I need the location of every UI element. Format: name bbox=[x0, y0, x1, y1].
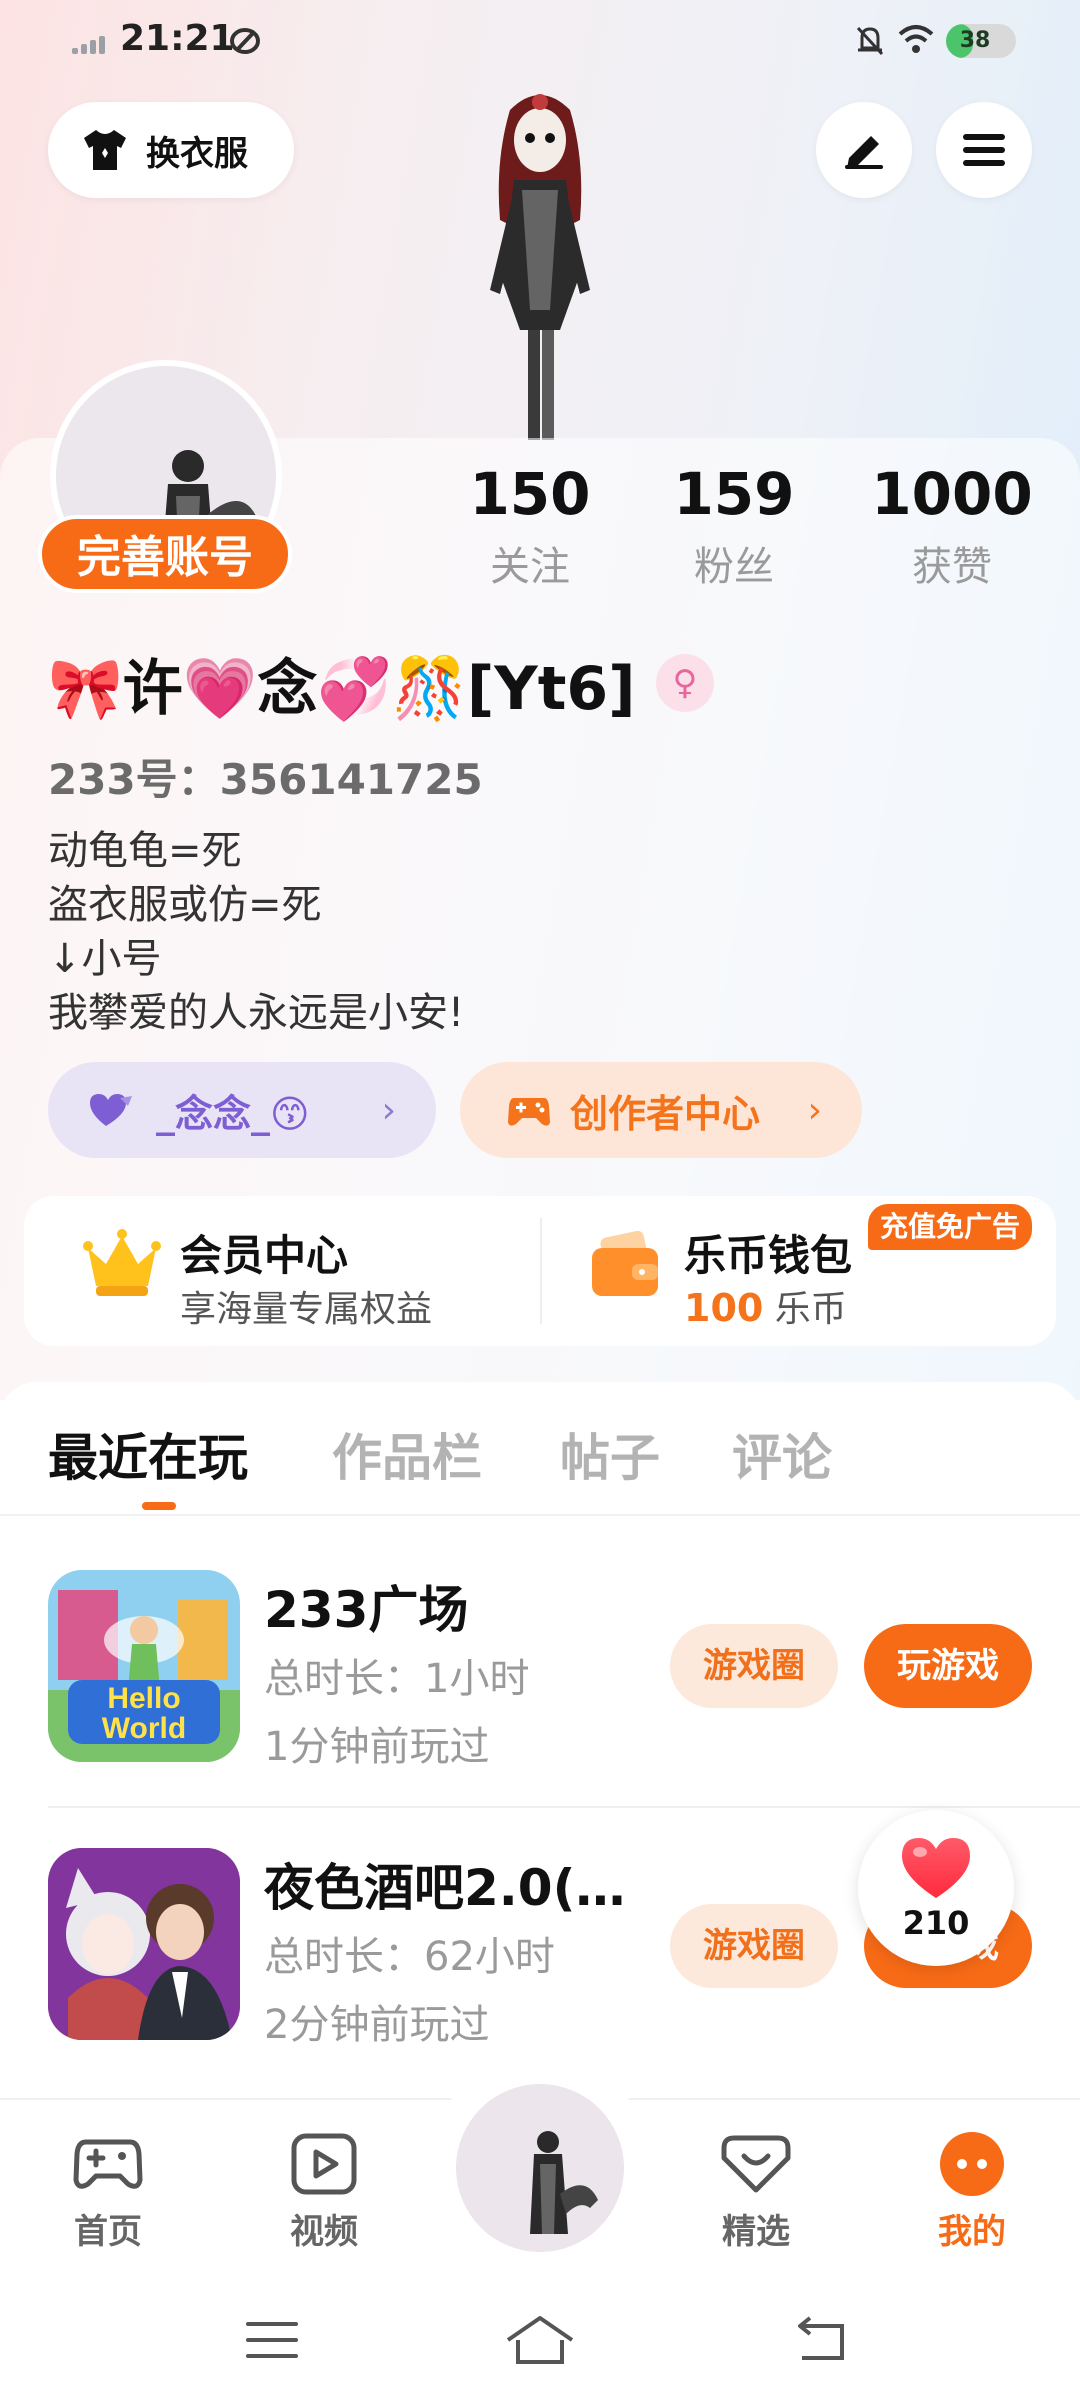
gamepad-icon bbox=[73, 2139, 143, 2189]
edit-button[interactable] bbox=[816, 102, 912, 198]
heart-box-icon bbox=[721, 2135, 791, 2193]
game-title[interactable]: 233广场 bbox=[264, 1570, 468, 1642]
following-label: 关注 bbox=[490, 544, 570, 590]
tshirt-icon bbox=[84, 130, 126, 170]
nav-featured[interactable]: 精选 bbox=[686, 2130, 826, 2253]
likes-count: 1000 bbox=[871, 460, 1033, 528]
bell-muted-icon bbox=[856, 26, 884, 56]
creator-center-button[interactable]: 创作者中心 › bbox=[460, 1062, 862, 1158]
tab-works[interactable]: 作品栏 bbox=[332, 1418, 482, 1490]
complete-account-button[interactable]: 完善账号 bbox=[38, 515, 292, 593]
wallet-unit: 乐币 bbox=[774, 1289, 847, 1330]
game-icon-233-plaza[interactable]: Hello World bbox=[48, 1570, 240, 1762]
stat-likes[interactable]: 1000 获赞 bbox=[862, 458, 1042, 592]
wallet-icon bbox=[592, 1230, 658, 1296]
nav-home[interactable]: 首页 bbox=[38, 2130, 178, 2253]
user-id[interactable]: 233号：356141725 bbox=[48, 746, 483, 807]
game-icon-night-bar[interactable] bbox=[48, 1848, 240, 2040]
member-center-subtitle: 享海量专属权益 bbox=[180, 1289, 433, 1330]
svg-text:World: World bbox=[102, 1712, 186, 1745]
battery-indicator: 38 bbox=[946, 24, 1016, 58]
game-circle-button[interactable]: 游戏圈 bbox=[670, 1904, 838, 1988]
fan-group-label: _念念_😙 bbox=[156, 1091, 310, 1136]
pen-icon bbox=[845, 136, 883, 169]
wallet-amount: 100 bbox=[684, 1286, 764, 1330]
wallet-balance: 100 乐币 bbox=[684, 1280, 847, 1332]
divider bbox=[540, 1218, 542, 1324]
game-title[interactable]: 夜色酒吧2.0(… bbox=[264, 1848, 625, 1920]
tab-comments[interactable]: 评论 bbox=[732, 1418, 832, 1490]
chevron-right-icon: › bbox=[807, 1089, 822, 1131]
nav-center-avatar[interactable] bbox=[456, 2084, 624, 2252]
creator-center-label: 创作者中心 bbox=[570, 1091, 761, 1136]
change-outfit-button[interactable]: 换衣服 bbox=[48, 102, 294, 198]
chevron-right-icon: › bbox=[381, 1089, 396, 1131]
member-center-title[interactable]: 会员中心 bbox=[180, 1222, 348, 1283]
stat-following[interactable]: 150 关注 bbox=[440, 458, 620, 592]
stat-fans[interactable]: 159 粉丝 bbox=[644, 458, 824, 592]
game-duration: 总时长：62小时 bbox=[264, 1934, 555, 1980]
nfc-icon bbox=[230, 28, 260, 54]
heart-icon bbox=[90, 1094, 132, 1126]
following-count: 150 bbox=[469, 460, 591, 528]
home-icon[interactable] bbox=[504, 2312, 576, 2368]
status-time: 21:21 bbox=[120, 18, 235, 59]
nav-featured-label: 精选 bbox=[722, 2212, 790, 2252]
bio-line: 盗衣服或仿=死 bbox=[48, 882, 322, 928]
play-game-button[interactable]: 玩游戏 bbox=[864, 1624, 1032, 1708]
tab-recently-played[interactable]: 最近在玩 bbox=[48, 1418, 248, 1490]
nav-video[interactable]: 视频 bbox=[254, 2130, 394, 2253]
like-float-button[interactable]: 210 bbox=[858, 1810, 1014, 1966]
fans-count: 159 bbox=[673, 460, 795, 528]
nickname: 🎀许💗念💞🎊[Yt6] bbox=[48, 654, 636, 724]
bio-line: ↓小号 bbox=[48, 936, 162, 982]
nav-mine-label: 我的 bbox=[938, 2212, 1006, 2252]
like-count: 210 bbox=[902, 1904, 970, 1942]
fan-group-button[interactable]: _念念_😙 › bbox=[48, 1062, 436, 1158]
game-last-played: 2分钟前玩过 bbox=[264, 2002, 490, 2048]
bio-line: 动龟龟=死 bbox=[48, 828, 242, 874]
bio-line: 我攀爱的人永远是小安! bbox=[48, 990, 465, 1036]
game-duration: 总时长：1小时 bbox=[264, 1656, 530, 1702]
menu-icon bbox=[963, 134, 1005, 166]
wifi-icon bbox=[898, 25, 934, 53]
game-circle-button[interactable]: 游戏圈 bbox=[670, 1624, 838, 1708]
system-nav-bar bbox=[0, 2290, 1080, 2408]
signal-icon bbox=[72, 32, 112, 54]
female-icon: ♀ bbox=[656, 654, 714, 712]
game-icon-text: Hello bbox=[107, 1682, 180, 1715]
battery-percent: 38 bbox=[959, 28, 991, 53]
divider bbox=[48, 1806, 1080, 1808]
menu-button[interactable] bbox=[936, 102, 1032, 198]
status-bar: 21:21 38 bbox=[0, 0, 1080, 84]
gamepad-icon bbox=[508, 1098, 550, 1126]
wallet-title[interactable]: 乐币钱包 bbox=[684, 1222, 852, 1283]
likes-label: 获赞 bbox=[912, 544, 992, 590]
change-outfit-label: 换衣服 bbox=[146, 133, 248, 174]
character-avatar-figure bbox=[490, 94, 590, 440]
game-last-played: 1分钟前玩过 bbox=[264, 1724, 490, 1770]
tab-indicator bbox=[142, 1502, 176, 1510]
heart-icon bbox=[902, 1838, 970, 1898]
tab-posts[interactable]: 帖子 bbox=[560, 1418, 660, 1490]
nav-video-label: 视频 bbox=[290, 2212, 358, 2252]
video-icon bbox=[291, 2133, 357, 2195]
fans-label: 粉丝 bbox=[694, 544, 774, 590]
bio: 动龟龟=死 盗衣服或仿=死 ↓小号 我攀爱的人永远是小安! bbox=[48, 824, 464, 1040]
divider bbox=[0, 1514, 1080, 1516]
nav-mine[interactable]: 我的 bbox=[902, 2130, 1042, 2253]
crown-icon bbox=[83, 1229, 161, 1296]
recharge-no-ads-badge[interactable]: 充值免广告 bbox=[868, 1204, 1032, 1250]
back-icon[interactable] bbox=[792, 2314, 852, 2366]
nav-home-label: 首页 bbox=[74, 2212, 142, 2252]
profile-face-icon bbox=[940, 2132, 1004, 2196]
recent-apps-icon[interactable] bbox=[244, 2318, 300, 2364]
